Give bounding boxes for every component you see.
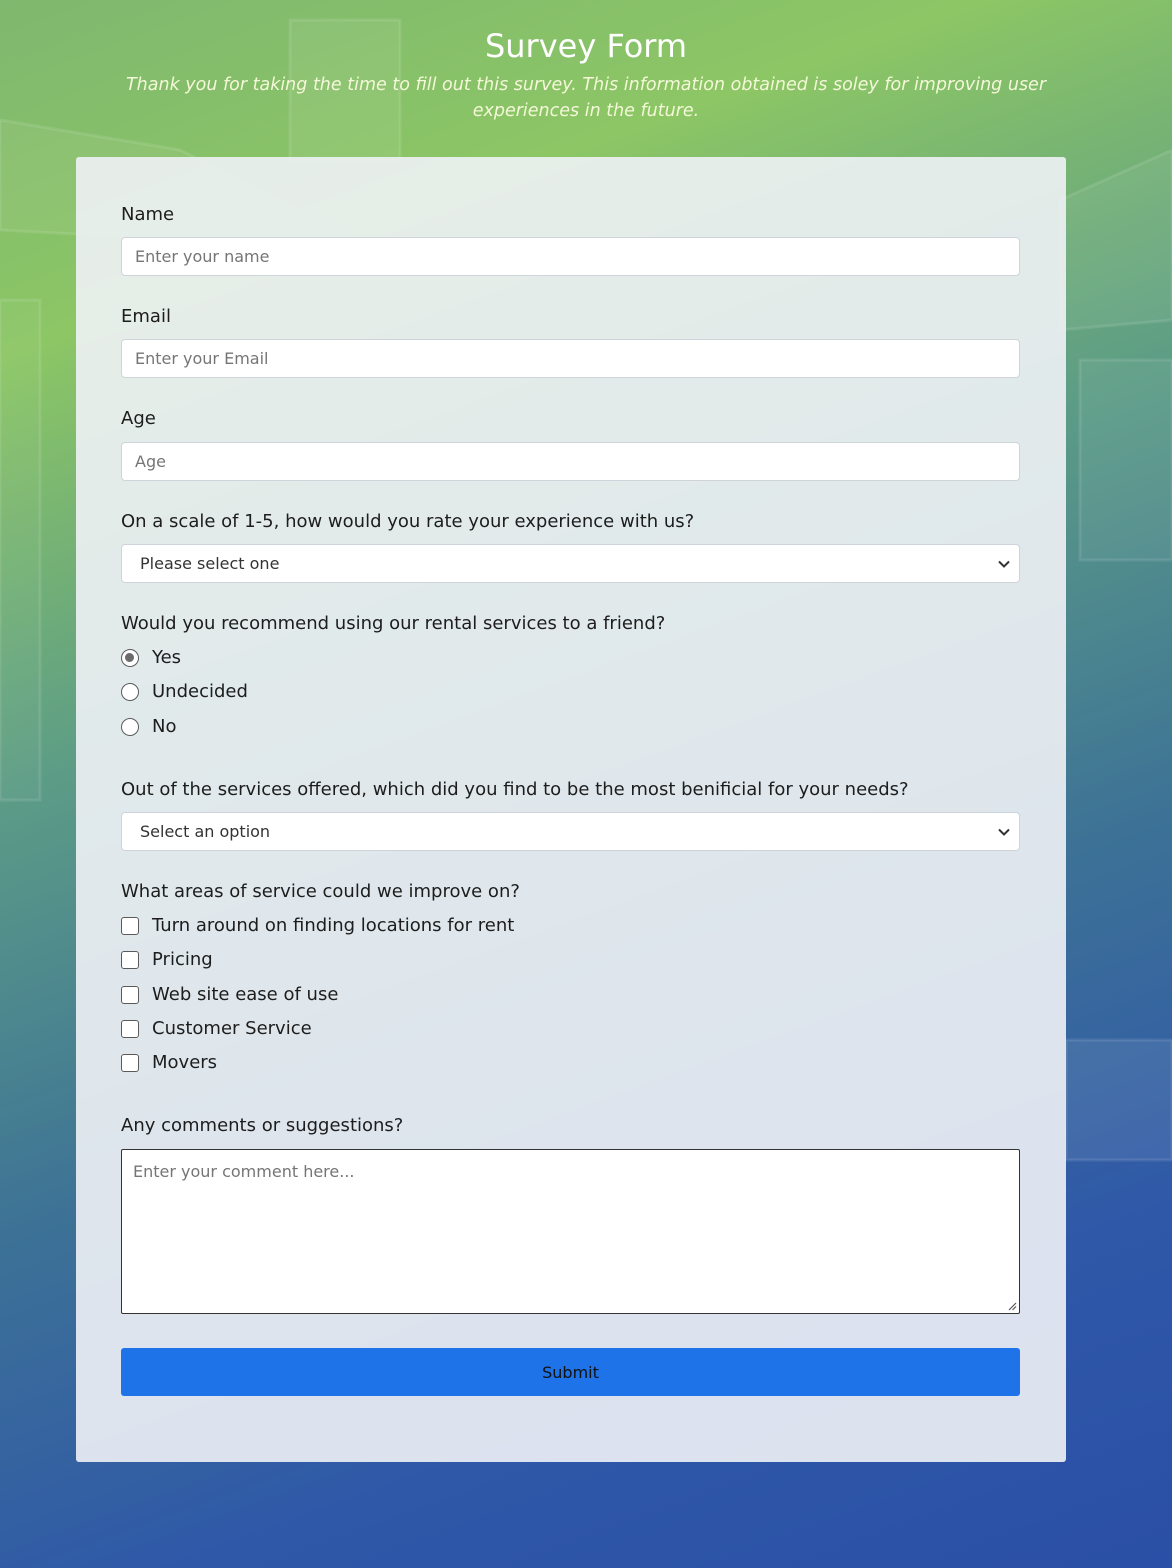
rating-select-value: Please select one <box>140 554 280 573</box>
checkbox[interactable] <box>121 986 139 1004</box>
resize-grip-icon[interactable] <box>1007 1301 1017 1311</box>
page-header: Survey Form Thank you for taking the tim… <box>0 0 1172 124</box>
services-label: Out of the services offered, which did y… <box>121 779 909 800</box>
rating-label: On a scale of 1-5, how would you rate yo… <box>121 511 695 532</box>
page-description: Thank you for taking the time to fill ou… <box>125 75 1047 121</box>
radio-button[interactable] <box>121 718 139 736</box>
radio-label: No <box>152 716 177 737</box>
services-select[interactable]: Select an option <box>121 812 1020 851</box>
radio-button-checked[interactable] <box>121 649 139 667</box>
chevron-down-icon <box>998 560 1010 568</box>
checkbox-label: Turn around on finding locations for ren… <box>152 915 515 936</box>
checkbox-label: Web site ease of use <box>152 984 339 1005</box>
age-input[interactable] <box>121 442 1020 481</box>
name-label: Name <box>121 204 175 225</box>
comments-textarea[interactable]: Enter your comment here... <box>121 1149 1020 1314</box>
submit-button[interactable]: Submit <box>121 1348 1020 1396</box>
email-input[interactable] <box>121 339 1020 378</box>
radio-label: Undecided <box>152 681 248 702</box>
survey-form: Name Email Age On a scale of 1-5, how wo… <box>76 157 1066 1462</box>
checkbox[interactable] <box>121 951 139 969</box>
checkbox-label: Movers <box>152 1052 218 1073</box>
checkbox-label: Customer Service <box>152 1018 312 1039</box>
recommend-label: Would you recommend using our rental ser… <box>121 613 666 634</box>
checkbox-label: Pricing <box>152 949 213 970</box>
checkbox[interactable] <box>121 1054 139 1072</box>
comments-label: Any comments or suggestions? <box>121 1115 404 1136</box>
name-input[interactable] <box>121 237 1020 276</box>
checkbox[interactable] <box>121 1020 139 1038</box>
improve-label: What areas of service could we improve o… <box>121 881 520 902</box>
email-label: Email <box>121 306 171 327</box>
services-select-value: Select an option <box>140 822 271 841</box>
comments-placeholder: Enter your comment here... <box>133 1162 355 1181</box>
checkbox[interactable] <box>121 917 139 935</box>
page-title: Survey Form <box>484 27 688 65</box>
age-label: Age <box>121 408 156 429</box>
radio-label: Yes <box>152 647 182 668</box>
radio-button[interactable] <box>121 683 139 701</box>
chevron-down-icon <box>998 828 1010 836</box>
rating-select[interactable]: Please select one <box>121 544 1020 583</box>
